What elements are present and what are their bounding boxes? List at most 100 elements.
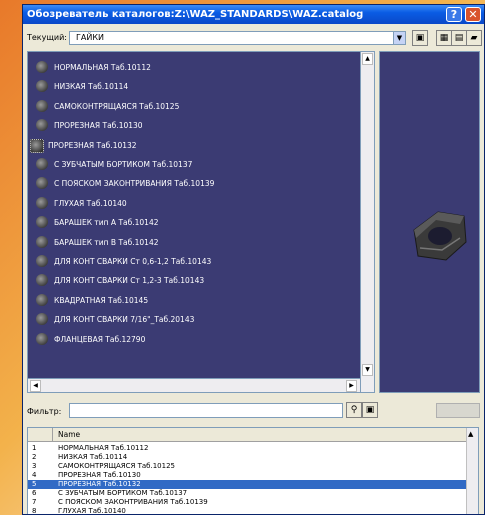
horizontal-scrollbar[interactable]: ◀ ▶ [27,378,361,393]
nut-icon [36,99,48,112]
current-label: Текущий: [27,33,68,42]
list-item-label: ФЛАНЦЕВАЯ Таб.12790 [54,334,146,344]
list-item-label: КВАДРАТНАЯ Таб.10145 [54,295,149,305]
table-row[interactable]: 7 С ПОЯСКОМ ЗАКОНТРИВАНИЯ Таб.10139 [28,498,466,507]
nut-icon [36,274,48,287]
window-title: Обозреватель каталогов:Z:\WAZ_STANDARDS\… [27,9,364,20]
nut-icon [36,313,48,326]
list-item-label: ПРОРЕЗНАЯ Таб.10132 [48,140,137,150]
list-item[interactable]: САМОКОНТРЯЩАЯСЯ Таб.10125 [28,99,360,117]
chapter-up-icon[interactable]: ▣ [412,30,428,46]
table-row[interactable]: 5 ПРОРЕЗНАЯ Таб.10132 [28,480,466,489]
list-item[interactable]: С ПОЯСКОМ ЗАКОНТРИВАНИЯ Таб.10139 [28,176,360,194]
scroll-up-icon[interactable]: ▲ [362,53,373,65]
scroll-down-icon[interactable]: ▼ [362,364,373,376]
row-name: ПРОРЕЗНАЯ Таб.10130 [58,471,141,479]
list-item-label: ПРОРЕЗНАЯ Таб.10130 [54,121,143,131]
vertical-scrollbar[interactable]: ▲ ▼ [361,51,375,393]
nut-preview-image [413,211,467,261]
column-header-name[interactable]: Name [58,430,80,439]
nut-icon [36,235,48,248]
row-name: ГЛУХАЯ Таб.10140 [58,507,126,515]
filter-options-icon[interactable]: ▣ [362,402,378,418]
list-item[interactable]: ПРОРЕЗНАЯ Таб.10132 [28,138,360,156]
table-row[interactable]: 6 С ЗУБЧАТЫМ БОРТИКОМ Таб.10137 [28,489,466,498]
filter-input[interactable] [69,403,343,418]
list-item-label: ДЛЯ КОНТ СВАРКИ Ст 0,6-1,2 Таб.10143 [54,257,212,266]
help-icon[interactable]: ? [446,7,462,22]
title-bar[interactable]: Обозреватель каталогов:Z:\WAZ_STANDARDS\… [23,5,484,24]
row-number: 3 [32,462,37,470]
list-item[interactable]: ДЛЯ КОНТ СВАРКИ Ст 0,6-1,2 Таб.10143 [28,254,360,272]
list-item[interactable]: ДЛЯ КОНТ СВАРКИ Ст 1,2-3 Таб.10143 [28,273,360,291]
binoculars-icon[interactable]: ⚲ [346,402,362,418]
table-row[interactable]: 2 НИЗКАЯ Таб.10114 [28,453,466,462]
list-item-label: ДЛЯ КОНТ СВАРКИ 7/16"_Таб.20143 [54,315,195,325]
list-item-label: БАРАШЕК тип А Таб.10142 [54,218,159,228]
list-item-label: НИЗКАЯ Таб.10114 [54,82,129,92]
disabled-action-button [436,403,480,418]
nut-icon [36,293,48,306]
row-name: НИЗКАЯ Таб.10114 [58,453,128,461]
nut-icon [36,61,48,73]
list-item-label: ГЛУХАЯ Таб.10140 [54,198,127,208]
row-number: 5 [32,480,37,488]
row-number: 4 [32,471,37,479]
list-item-label: БАРАШЕК тип В Таб.10142 [54,237,159,247]
chevron-down-icon[interactable]: ▼ [393,31,406,45]
row-number: 8 [32,507,37,515]
list-item[interactable]: С ЗУБЧАТЫМ БОРТИКОМ Таб.10137 [28,157,360,175]
nut-icon [36,158,48,170]
list-view-icon[interactable]: ▤ [451,30,467,46]
row-number: 1 [32,444,37,452]
list-item-label: С ПОЯСКОМ ЗАКОНТРИВАНИЯ Таб.10139 [54,179,215,189]
list-item[interactable]: БАРАШЕК тип В Таб.10142 [28,235,360,253]
scroll-up-icon[interactable]: ▲ [468,430,473,438]
preview-panel [379,51,480,393]
catalog-table[interactable]: Name ▲ 1 НОРМАЛЬНАЯ Таб.10112 2 НИЗКАЯ Таб.… [27,427,479,515]
row-name: С ПОЯСКОМ ЗАКОНТРИВАНИЯ Таб.10139 [58,498,208,506]
scroll-right-icon[interactable]: ▶ [346,380,357,392]
table-header: Name [28,428,466,442]
nut-icon [36,80,48,93]
row-number: 7 [32,498,37,506]
row-name: САМОКОНТРЯЩАЯСЯ Таб.10125 [58,462,175,470]
row-number: 6 [32,489,37,497]
header-separator [52,428,53,441]
scroll-left-icon[interactable]: ◀ [30,380,41,392]
close-icon[interactable]: ✕ [465,7,481,22]
nut-icon [36,332,48,345]
table-row[interactable]: 1 НОРМАЛЬНАЯ Таб.10112 [28,444,466,453]
catalog-item-list[interactable]: НОРМАЛЬНАЯ Таб.10112 НИЗКАЯ Таб.10114 САМО… [27,51,361,393]
table-scrollbar[interactable]: ▲ [466,428,478,514]
table-row[interactable]: 3 САМОКОНТРЯЩАЯСЯ Таб.10125 [28,462,466,471]
row-name: НОРМАЛЬНАЯ Таб.10112 [58,444,149,452]
nut-icon [36,255,48,267]
nut-icon [30,138,44,153]
filter-label: Фильтр: [27,407,62,416]
list-item[interactable]: ПРОРЕЗНАЯ Таб.10130 [28,118,360,136]
list-item[interactable]: ФЛАНЦЕВАЯ Таб.12790 [28,332,360,350]
catalog-browser-window: Обозреватель каталогов:Z:\WAZ_STANDARDS\… [22,4,485,515]
row-name: С ЗУБЧАТЫМ БОРТИКОМ Таб.10137 [58,489,188,497]
nut-icon [36,119,48,132]
list-item[interactable]: НОРМАЛЬНАЯ Таб.10112 [28,60,360,78]
nut-icon [36,196,48,209]
list-item-label: НОРМАЛЬНАЯ Таб.10112 [54,63,151,72]
list-item-label: ДЛЯ КОНТ СВАРКИ Ст 1,2-3 Таб.10143 [54,276,205,286]
current-chapter-field[interactable]: ГАЙКИ [69,31,405,45]
open-folder-icon[interactable]: ▰ [466,30,482,46]
list-item[interactable]: ГЛУХАЯ Таб.10140 [28,196,360,214]
nut-icon [36,216,48,229]
row-number: 2 [32,453,37,461]
table-row[interactable]: 8 ГЛУХАЯ Таб.10140 [28,507,466,515]
list-item[interactable]: КВАДРАТНАЯ Таб.10145 [28,293,360,311]
list-item-label: С ЗУБЧАТЫМ БОРТИКОМ Таб.10137 [54,160,193,169]
list-item[interactable]: БАРАШЕК тип А Таб.10142 [28,215,360,233]
list-item-label: САМОКОНТРЯЩАЯСЯ Таб.10125 [54,101,180,111]
thumbnail-view-icon[interactable]: ▦ [436,30,452,46]
table-row[interactable]: 4 ПРОРЕЗНАЯ Таб.10130 [28,471,466,480]
nut-icon [36,177,48,190]
list-item[interactable]: НИЗКАЯ Таб.10114 [28,79,360,97]
list-item[interactable]: ДЛЯ КОНТ СВАРКИ 7/16"_Таб.20143 [28,312,360,330]
